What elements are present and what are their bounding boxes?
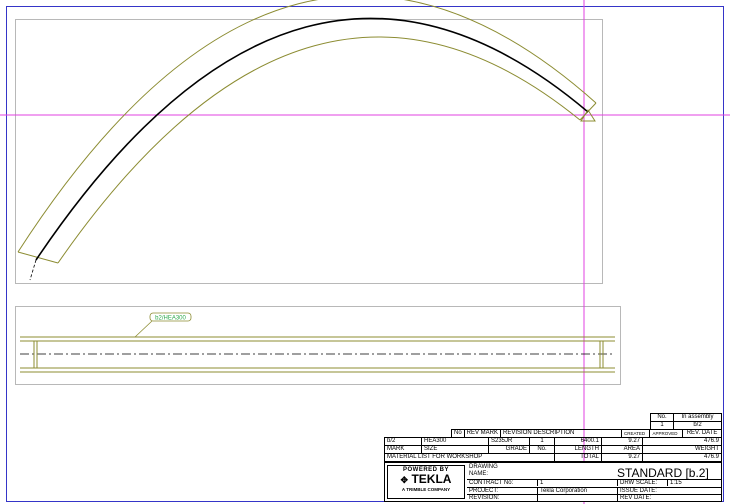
material-header-row: MARK SIZE GRADE No. LENGTH AREA WEIGHT [384,445,722,454]
value-contract: 1 [537,479,617,486]
material-weight: 476.9 [642,437,722,446]
title-block-fields: DRAWING NAME: STANDARD [b.2] CONTRACT No… [467,463,721,501]
label-drw-scale: DRW SCALE: [617,479,667,486]
material-area: 9.27 [601,437,643,446]
material-size: HEA300 [421,437,489,446]
assembly-table: No. In assembly 1 b/2 [650,413,722,430]
assembly-no-header: No. [650,413,674,422]
header-area: AREA [601,445,643,454]
curved-beam-centerline [35,17,589,261]
centerline-extension [29,259,37,281]
material-row: b/2 HEA300 S235JR 1 6400.1 9.27 476.9 [384,437,722,446]
drawing-sheet: b2/HEA300 No. In assembly 1 b/2 No REV M… [0,0,730,504]
profile-label-leader [134,320,153,338]
label-name: NAME: [469,471,489,477]
header-size: SIZE [421,445,489,454]
header-weight: WEIGHT [642,445,722,454]
total-area: 9.27 [601,453,643,462]
material-no: 1 [529,437,555,446]
header-mark: MARK [384,445,422,454]
profile-label[interactable]: b2/HEA300 [155,316,186,322]
value-project: Tekla Corporation [537,487,617,494]
total-label: TOTAL [554,453,602,462]
material-footer-row: MATERIAL LIST FOR WORKSHOP TOTAL 9.27 47… [384,453,722,462]
header-no: No. [529,445,555,454]
title-block: POWERED BY ✥ TEKLA A TRIMBLE COMPANY DRA… [384,462,722,502]
label-revision: REVISION: [467,494,537,501]
tekla-mark-icon: ✥ [400,475,409,485]
material-mark: b/2 [384,437,422,446]
assembly-header: In assembly [673,413,722,422]
header-grade: GRADE [488,445,530,454]
logo-company: A TRIMBLE COMPANY [401,487,451,492]
material-length: 6400.1 [554,437,602,446]
curved-beam-inner-edge [57,36,581,264]
curved-beam-outer-edge [17,0,597,253]
header-length: LENGTH [554,445,602,454]
material-grade: S235JR [488,437,530,446]
label-issue-date: ISSUE DATE: [617,487,721,494]
logo-brand: ✥ TEKLA [388,473,464,487]
logo-brand-text: TEKLA [411,472,452,486]
value-revision [537,494,617,501]
label-rev-date: REV DATE: [617,494,721,501]
material-list-label: MATERIAL LIST FOR WORKSHOP [384,453,555,462]
value-scale: 1:15 [667,479,721,486]
material-list-table: b/2 HEA300 S235JR 1 6400.1 9.27 476.9 MA… [384,437,722,462]
label-project: PROJECT: [467,487,537,494]
drawing-title: STANDARD [b.2] [617,466,709,480]
total-weight: 476.9 [642,453,722,462]
label-contract: CONTRACT No: [467,479,537,486]
tekla-logo: POWERED BY ✥ TEKLA A TRIMBLE COMPANY [387,465,465,499]
